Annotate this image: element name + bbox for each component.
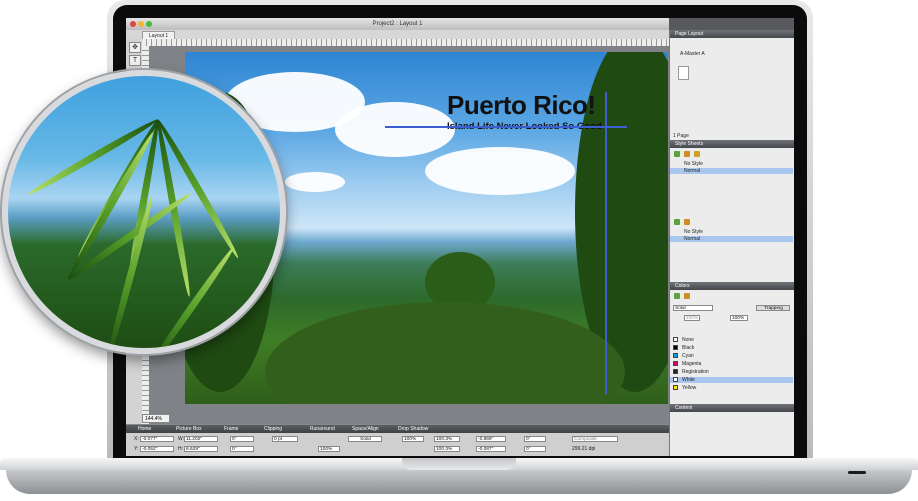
- w-field[interactable]: 11.202": [184, 436, 218, 442]
- zoom-window-icon[interactable]: [146, 21, 152, 27]
- frame-width-field[interactable]: 0 pt: [272, 436, 298, 442]
- measurements-tabs: Home Picture Box Frame Clipping Runaroun…: [126, 425, 669, 433]
- text-tool-icon[interactable]: T: [129, 55, 141, 66]
- box-angle-field[interactable]: 0°: [230, 436, 254, 442]
- add-char-style-icon[interactable]: [674, 219, 680, 225]
- y-label: Y:: [134, 446, 139, 452]
- color-magenta[interactable]: Magenta: [682, 361, 701, 367]
- duplicate-style-icon[interactable]: [694, 151, 700, 157]
- master-page-label[interactable]: A-Master A: [680, 51, 705, 57]
- laptop-notch: [402, 458, 516, 470]
- trapping-button[interactable]: Trapping: [756, 305, 790, 311]
- add-color-icon[interactable]: [674, 293, 680, 299]
- picture-angle-field[interactable]: 0°: [524, 436, 546, 442]
- tab-clipping[interactable]: Clipping: [264, 425, 282, 433]
- colors-header[interactable]: Colors: [670, 282, 794, 290]
- swatch-magenta: [673, 361, 678, 366]
- frame-style-select[interactable]: Solid: [348, 436, 382, 442]
- h-label: H:: [178, 446, 183, 452]
- offset-y-field[interactable]: -0.087": [476, 446, 506, 452]
- x-field[interactable]: -0.077": [140, 436, 174, 442]
- color-white[interactable]: White: [682, 377, 695, 383]
- tab-frame[interactable]: Frame: [224, 425, 238, 433]
- box-skew-field[interactable]: 0°: [230, 446, 254, 452]
- resolution-text: 299.21 dpi: [572, 446, 596, 452]
- palm-leaf: [104, 194, 156, 348]
- fill-type-select[interactable]: Solid: [673, 305, 713, 311]
- item-tool-icon[interactable]: ✥: [129, 42, 141, 53]
- tab-picture-box[interactable]: Picture Box: [176, 425, 202, 433]
- char-style-normal[interactable]: Normal: [684, 236, 700, 242]
- horizontal-ruler: [142, 39, 669, 46]
- magnifier-loupe: [2, 70, 286, 354]
- color-none[interactable]: None: [682, 337, 694, 343]
- x-label: X:: [134, 436, 139, 442]
- margin-guide: [605, 92, 607, 394]
- char-style-no-style[interactable]: No Style: [684, 229, 703, 235]
- color-mode-select[interactable]: Composite: [572, 436, 618, 442]
- tab-home[interactable]: Home: [138, 425, 151, 433]
- laptop-base: [0, 458, 918, 501]
- color-black[interactable]: Black: [682, 345, 694, 351]
- para-style-no-style[interactable]: No Style: [684, 161, 703, 167]
- style-sheets-header[interactable]: Style Sheets: [670, 140, 794, 148]
- tab-runaround[interactable]: Runaround: [310, 425, 335, 433]
- page-thumbnail[interactable]: [678, 66, 689, 80]
- margin-guide: [385, 126, 627, 128]
- h-field[interactable]: 8.629": [184, 446, 218, 452]
- cloud: [425, 147, 575, 195]
- measurements-palette: Home Picture Box Frame Clipping Runaroun…: [126, 424, 669, 456]
- cloud: [285, 172, 345, 192]
- window-title: Project2 : Layout 1: [372, 21, 423, 27]
- color-yellow[interactable]: Yellow: [682, 385, 696, 391]
- picture-skew-field[interactable]: 0°: [524, 446, 546, 452]
- swatch-none: [673, 337, 678, 342]
- tab-space-align[interactable]: Space/Align: [352, 425, 379, 433]
- edit-color-icon[interactable]: [684, 293, 690, 299]
- para-style-normal[interactable]: Normal: [684, 168, 700, 174]
- frame-opacity-field[interactable]: 100%: [318, 446, 340, 452]
- color-cyan[interactable]: Cyan: [682, 353, 694, 359]
- content-header[interactable]: Content: [670, 404, 794, 412]
- y-field[interactable]: -0.052": [140, 446, 174, 452]
- window-titlebar: Project2 : Layout 1: [126, 18, 669, 30]
- edit-style-icon[interactable]: [684, 151, 690, 157]
- swatch-white: [673, 377, 678, 382]
- scale-y-field[interactable]: 100.3%: [434, 446, 460, 452]
- add-style-icon[interactable]: [674, 151, 680, 157]
- swatch-registration: [673, 369, 678, 374]
- zoom-field[interactable]: 144.4%: [142, 414, 170, 423]
- scale-x-field[interactable]: 100.3%: [434, 436, 460, 442]
- page-count: 1 Page: [673, 133, 689, 139]
- page-layout-header[interactable]: Page Layout: [670, 30, 794, 38]
- sleep-indicator: [848, 471, 866, 474]
- swatch-black: [673, 345, 678, 350]
- opacity-field[interactable]: 100%: [730, 315, 748, 321]
- laptop-base-body: [6, 470, 912, 494]
- swatch-yellow: [673, 385, 678, 390]
- edit-char-style-icon[interactable]: [684, 219, 690, 225]
- foliage: [265, 302, 625, 404]
- headline-text[interactable]: Puerto Rico!: [447, 92, 596, 118]
- cloud: [335, 102, 455, 157]
- fill-opacity-field[interactable]: 100%: [402, 436, 424, 442]
- color-registration[interactable]: Registration: [682, 369, 709, 375]
- shade-field[interactable]: 100%: [684, 315, 700, 321]
- layout-tab-bar: Layout 1: [126, 30, 669, 40]
- offset-x-field[interactable]: -0.869": [476, 436, 506, 442]
- tab-drop-shadow[interactable]: Drop Shadow: [398, 425, 428, 433]
- minimize-window-icon[interactable]: [138, 21, 144, 27]
- swatch-cyan: [673, 353, 678, 358]
- palettes-column: Page Layout A-Master A 1 Page Style Shee…: [669, 30, 794, 456]
- close-window-icon[interactable]: [130, 21, 136, 27]
